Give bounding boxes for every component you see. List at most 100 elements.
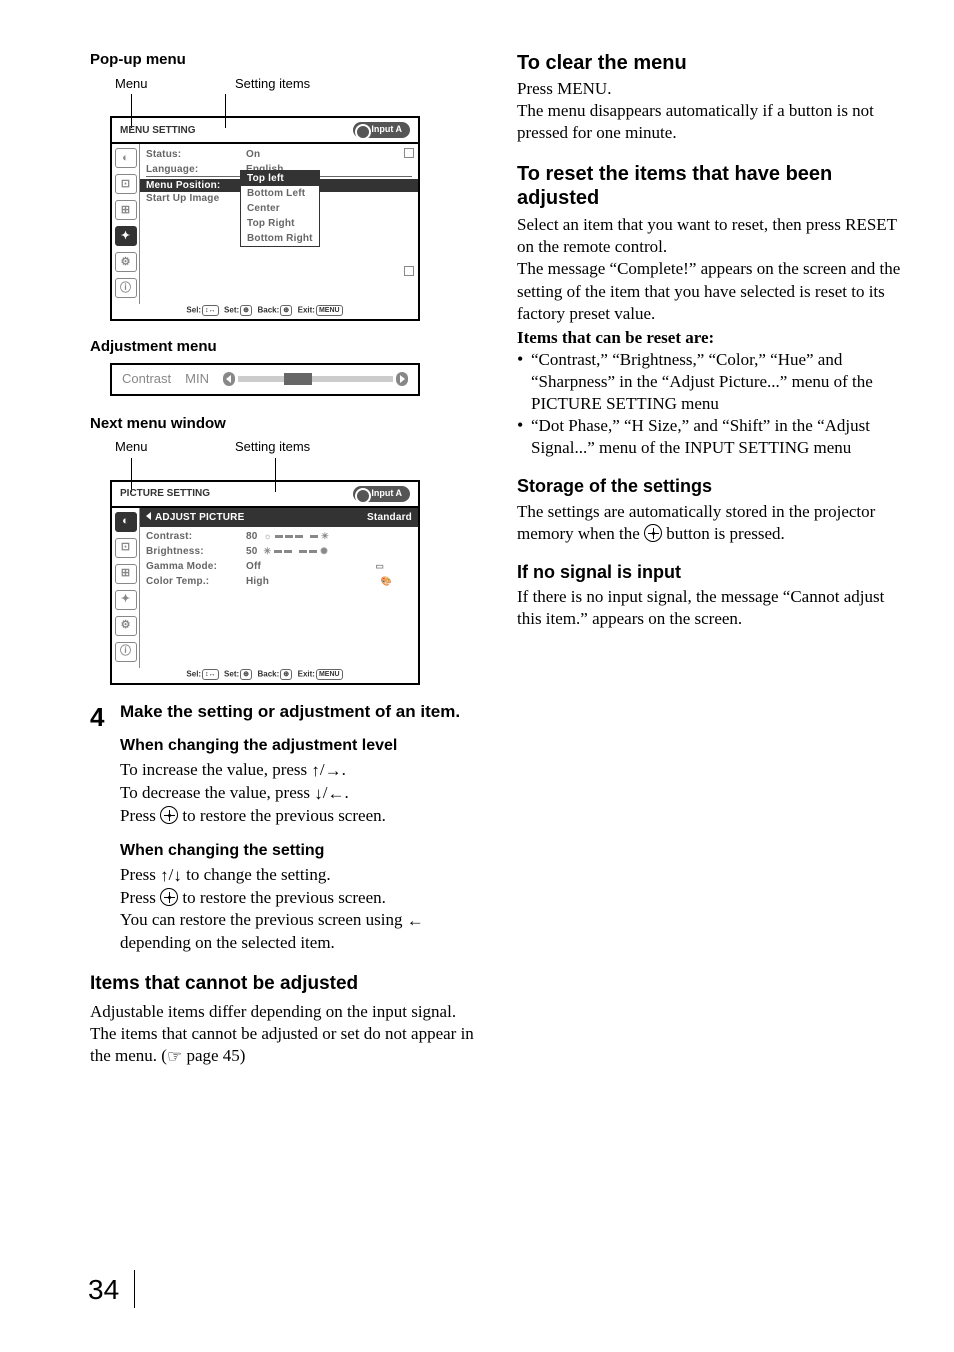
dd-top-left: Top left xyxy=(241,171,319,186)
menu2-standard: Standard xyxy=(367,511,412,524)
step4-p1c: Press to restore the previous screen. xyxy=(120,805,477,827)
side-icon-3: ⊞ xyxy=(115,564,137,584)
m2-bright-v: 50 xyxy=(246,546,258,557)
menu2-footer: Sel:↕↔ Set:⊕ Back:⊕ Exit:MENU xyxy=(112,668,418,683)
sun-bright-icon: ☀ xyxy=(321,531,329,541)
reset-head: To reset the items that have been adjust… xyxy=(517,162,904,210)
side-icon-input: ⊡ xyxy=(115,174,137,194)
menu1-status-val: On xyxy=(246,148,412,161)
menu1-lang-key: Language: xyxy=(146,163,246,176)
arrow-left-icon-2 xyxy=(407,910,424,932)
gamma-icon: ▭ xyxy=(375,561,384,571)
side-icon-5: ⚙ xyxy=(115,616,137,636)
storage-head: Storage of the settings xyxy=(517,475,904,498)
step4-p2a: Press / to change the setting. xyxy=(120,864,477,887)
bright-high-icon: ✺ xyxy=(320,546,328,556)
step4-p1b: To decrease the value, press /. xyxy=(120,782,477,805)
pointer-hand-icon: ☞ xyxy=(167,1046,182,1068)
m2-contrast-k: Contrast: xyxy=(146,530,246,543)
side-icon-picture-active: ◐ xyxy=(115,512,137,532)
arrow-left-icon xyxy=(327,783,344,805)
side-icon-4: ✦ xyxy=(115,590,137,610)
menu1-dropdown: Top left Bottom Left Center Top Right Bo… xyxy=(240,170,320,247)
menu2-input-badge: Input A xyxy=(353,486,410,502)
storage-body: The settings are automatically stored in… xyxy=(517,501,904,545)
enter-button-icon xyxy=(160,806,178,824)
menu2-subhead: ADJUST PICTURE xyxy=(155,512,244,523)
popup-menu-label: Pop-up menu xyxy=(90,50,477,70)
menu1-pointers xyxy=(115,94,477,116)
adj-right-cap-icon xyxy=(396,372,408,386)
m2-ct-v: High xyxy=(246,576,269,587)
menu-setting-screenshot: MENU SETTING Input A ◐ ⊡ ⊞ ✦ ⚙ ⓘ Status:… xyxy=(110,116,420,321)
step4-sub2: When changing the setting xyxy=(120,841,477,862)
step-4-head: Make the setting or adjustment of an ite… xyxy=(120,701,477,722)
cannot-adjust-head: Items that cannot be adjusted xyxy=(90,972,477,997)
menu1-status-key: Status: xyxy=(146,148,246,161)
label-menu: Menu xyxy=(115,76,235,93)
step4-sub1: When changing the adjustment level xyxy=(120,736,477,757)
dd-bottom-left: Bottom Left xyxy=(241,186,319,201)
side-icon-6: ⓘ xyxy=(115,642,137,662)
reset-p2: The message “Complete!” appears on the s… xyxy=(517,258,904,324)
reset-p1: Select an item that you want to reset, t… xyxy=(517,214,904,258)
nosignal-head: If no signal is input xyxy=(517,561,904,584)
picture-setting-screenshot: PICTURE SETTING Input A ◐ ⊡ ⊞ ✦ ⚙ ⓘ ADJU… xyxy=(110,480,420,685)
dd-center: Center xyxy=(241,201,319,216)
adj-min: MIN xyxy=(185,371,209,388)
arrow-up-icon-2 xyxy=(160,865,169,887)
m2-contrast-v: 80 xyxy=(246,531,258,542)
menu1-start-key: Start Up Image xyxy=(146,192,246,205)
dd-bottom-right: Bottom Right xyxy=(241,231,319,246)
clear-p2: The menu disappears automatically if a b… xyxy=(517,100,904,144)
menu1-title: MENU SETTING xyxy=(120,124,196,137)
menu1-pos-key: Menu Position: xyxy=(146,179,246,192)
menu2-pointers xyxy=(115,458,477,480)
m2-gamma-k: Gamma Mode: xyxy=(146,560,246,573)
clear-menu-head: To clear the menu xyxy=(517,50,904,76)
side-icon-install: ⚙ xyxy=(115,252,137,272)
side-icon-set: ⊞ xyxy=(115,200,137,220)
step4-p2b: Press to restore the previous screen. xyxy=(120,887,477,909)
menu1-input-badge: Input A xyxy=(353,122,410,138)
m2-gamma-v: Off xyxy=(246,561,261,572)
next-menu-label: Next menu window xyxy=(90,414,477,434)
step4-p2c: You can restore the previous screen usin… xyxy=(120,909,477,954)
adjustment-menu-label: Adjustment menu xyxy=(90,337,477,357)
arrow-down-icon xyxy=(314,783,323,805)
adjustment-menu-screenshot: Contrast MIN xyxy=(110,363,420,396)
menu1-sidebar: ◐ ⊡ ⊞ ✦ ⚙ ⓘ xyxy=(112,144,140,304)
adj-name: Contrast xyxy=(122,371,171,388)
bright-low-icon: ✳ xyxy=(264,546,272,556)
sun-dim-icon: ☼ xyxy=(264,531,272,541)
side-icon-2: ⊡ xyxy=(115,538,137,558)
step4-p1a: To increase the value, press /. xyxy=(120,759,477,782)
menu2-sidebar: ◐ ⊡ ⊞ ✦ ⚙ ⓘ xyxy=(112,508,140,668)
menu2-title: PICTURE SETTING xyxy=(120,487,210,500)
step-4-number: 4 xyxy=(90,701,120,735)
page-number: 34 xyxy=(88,1272,119,1308)
label-setting-items: Setting items xyxy=(235,76,310,93)
arrow-right-icon xyxy=(325,760,342,782)
page-rule xyxy=(134,1270,135,1308)
m2-bright-k: Brightness: xyxy=(146,545,246,558)
enter-button-icon-2 xyxy=(160,888,178,906)
m2-ct-k: Color Temp.: xyxy=(146,575,246,588)
cannot-adjust-body: Adjustable items differ depending on the… xyxy=(90,1001,477,1068)
reset-bullet-2: “Dot Phase,” “H Size,” and “Shift” in th… xyxy=(517,415,904,459)
menu1-labels: Menu Setting items xyxy=(115,76,477,93)
reset-items-head: Items that can be reset are: xyxy=(517,327,904,349)
clear-p1: Press MENU. xyxy=(517,78,904,100)
enter-button-icon-3 xyxy=(644,524,662,542)
menu2-labels: Menu Setting items xyxy=(115,439,477,456)
arrow-up-icon xyxy=(311,760,320,782)
reset-bullet-1: “Contrast,” “Brightness,” “Color,” “Hue”… xyxy=(517,349,904,415)
label-setting-items-2: Setting items xyxy=(235,439,310,456)
label-menu-2: Menu xyxy=(115,439,235,456)
palette-icon: 🎨 xyxy=(381,576,392,586)
menu1-scrollbar xyxy=(404,148,414,276)
menu1-footer: Sel:↕↔ Set:⊕ Back:⊕ Exit:MENU xyxy=(112,304,418,319)
dd-top-right: Top Right xyxy=(241,216,319,231)
side-icon-picture: ◐ xyxy=(115,148,137,168)
side-icon-menu-active: ✦ xyxy=(115,226,137,246)
